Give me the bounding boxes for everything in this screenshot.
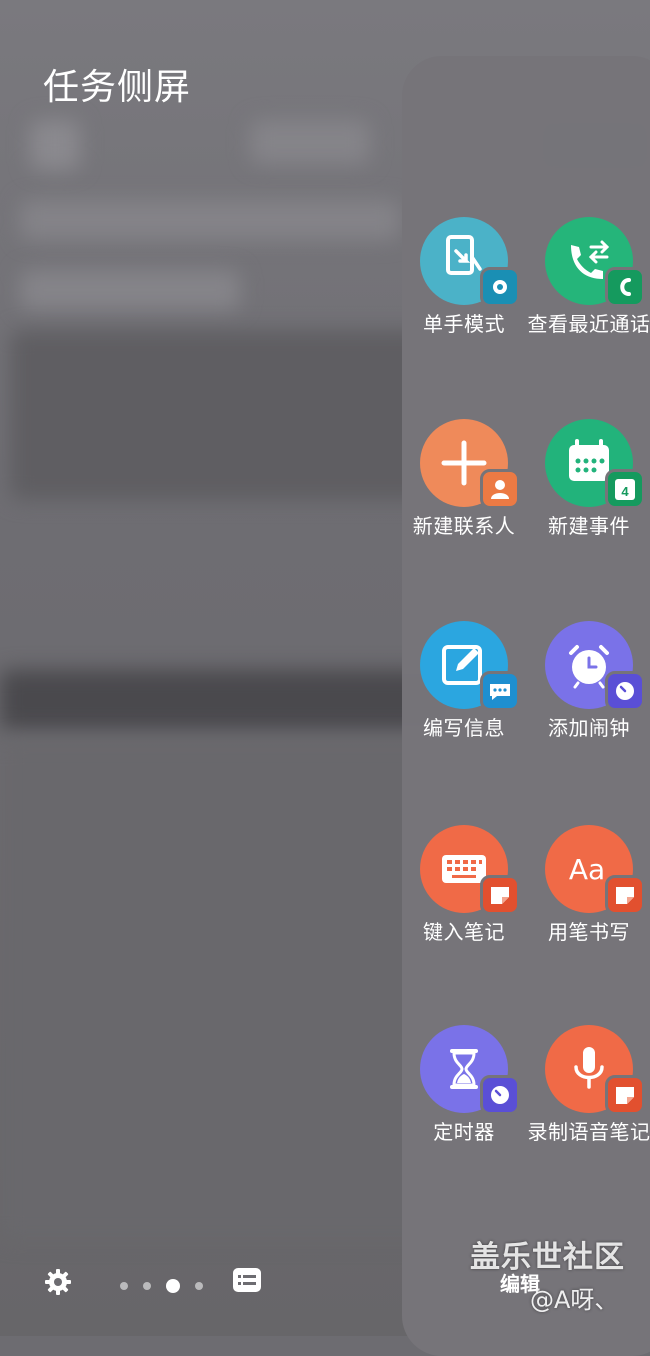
tile-type-note[interactable]: 键入笔记	[402, 825, 526, 945]
note-badge-icon	[605, 1075, 645, 1115]
tile-recent-calls[interactable]: 查看最近通话	[527, 217, 650, 337]
note-badge-icon	[480, 875, 520, 915]
tile-label: 添加闹钟	[548, 716, 630, 740]
blur-shape	[20, 270, 240, 310]
blur-shape	[10, 330, 430, 500]
page-dot[interactable]	[143, 1281, 152, 1290]
tile-label: 单手模式	[423, 312, 505, 336]
blur-shape	[0, 670, 450, 730]
timer-button[interactable]	[420, 1025, 520, 1115]
tile-label: 新建联系人	[412, 514, 516, 538]
new-event-button[interactable]: 4	[545, 419, 645, 509]
tile-new-event[interactable]: 4 新建事件	[527, 419, 650, 539]
tile-label: 查看最近通话	[527, 312, 650, 336]
tile-compose-message[interactable]: 编写信息	[402, 621, 526, 741]
tile-label: 新建事件	[548, 514, 630, 538]
svg-text:Aa: Aa	[569, 853, 605, 886]
person-badge-icon	[480, 469, 520, 509]
new-contact-button[interactable]	[420, 419, 520, 509]
blur-shape	[0, 740, 460, 1240]
clock-badge-icon	[480, 1075, 520, 1115]
tile-label: 用笔书写	[548, 920, 630, 944]
watermark-text: 盖乐世社区	[470, 1240, 625, 1275]
add-alarm-button[interactable]	[545, 621, 645, 711]
page-dot[interactable]	[195, 1281, 204, 1290]
blur-shape	[30, 120, 80, 170]
recent-calls-button[interactable]	[545, 217, 645, 307]
gear-icon[interactable]	[42, 1266, 74, 1298]
tile-add-alarm[interactable]: 添加闹钟	[527, 621, 650, 741]
type-note-button[interactable]	[420, 825, 520, 915]
calendar-badge-icon: 4	[605, 469, 645, 509]
calendar-badge-day: 4	[621, 484, 629, 499]
compose-message-button[interactable]	[420, 621, 520, 711]
voice-note-button[interactable]	[545, 1025, 645, 1115]
tile-voice-note[interactable]: 录制语音笔记	[527, 1025, 650, 1145]
one-hand-mode-button[interactable]	[420, 217, 520, 307]
pen-writing-button[interactable]: Aa	[545, 825, 645, 915]
list-view-icon[interactable]	[232, 1267, 262, 1293]
tile-timer[interactable]: 定时器	[402, 1025, 526, 1145]
page-dot-active[interactable]	[166, 1278, 181, 1293]
watermark-handle: @A呀、	[530, 1286, 619, 1314]
page-title: 任务侧屏	[43, 67, 192, 108]
tile-one-hand-mode[interactable]: 单手模式	[402, 217, 526, 337]
tile-new-contact[interactable]: 新建联系人	[402, 419, 526, 539]
page-indicator[interactable]	[120, 1275, 213, 1294]
message-badge-icon	[480, 671, 520, 711]
blur-shape	[20, 200, 400, 240]
call-log-badge-icon	[605, 267, 645, 307]
tile-label: 键入笔记	[423, 920, 505, 944]
gear-badge-icon	[480, 267, 520, 307]
blur-shape	[250, 120, 370, 164]
clock-badge-icon	[605, 671, 645, 711]
note-badge-icon	[605, 875, 645, 915]
tile-label: 编写信息	[423, 716, 505, 740]
page-dot[interactable]	[120, 1281, 128, 1290]
tile-label: 定时器	[433, 1120, 495, 1144]
tile-label: 录制语音笔记	[527, 1120, 650, 1144]
tile-pen-writing[interactable]: Aa 用笔书写	[527, 825, 650, 945]
